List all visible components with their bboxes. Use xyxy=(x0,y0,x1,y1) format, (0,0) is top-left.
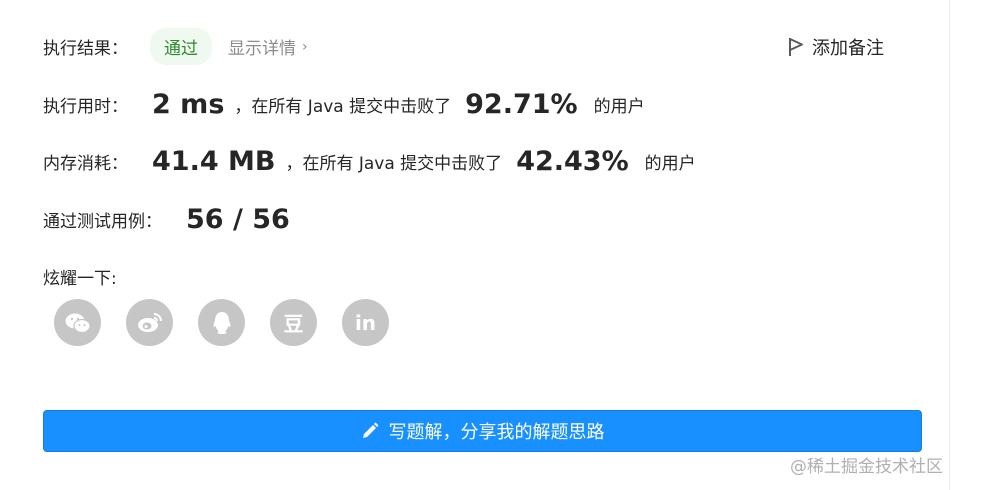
status-badge: 通过 xyxy=(150,28,212,65)
douban-icon[interactable]: 豆 xyxy=(270,299,317,346)
share-label: 炫耀一下: xyxy=(43,269,117,289)
share-row: 炫耀一下: xyxy=(43,264,117,289)
chevron-right-icon: › xyxy=(302,38,308,55)
watermark: @稀土掘金技术社区 xyxy=(790,457,943,477)
runtime-row: 执行用时： 2 ms ，在所有 Java 提交中击败了 92.71% 的用户 xyxy=(43,89,645,120)
flag-icon xyxy=(789,38,803,56)
runtime-middle-text: ，在所有 Java 提交中击败了 xyxy=(234,97,452,117)
runtime-value: 2 ms xyxy=(152,89,225,120)
add-note-label: 添加备注 xyxy=(812,38,884,59)
submission-result-card: 执行结果： 通过 显示详情 › 添加备注 执行用时： 2 ms ，在所有 Jav… xyxy=(0,0,950,490)
linkedin-icon[interactable]: in xyxy=(342,299,389,346)
result-row: 执行结果： 通过 显示详情 › xyxy=(43,28,308,65)
show-details-label: 显示详情 xyxy=(228,39,296,59)
result-label: 执行结果： xyxy=(43,39,128,59)
show-details-link[interactable]: 显示详情 › xyxy=(228,34,308,60)
runtime-suffix: 的用户 xyxy=(593,97,645,117)
wechat-icon[interactable] xyxy=(54,299,101,346)
testcases-row: 通过测试用例： 56 / 56 xyxy=(43,204,290,235)
testcases-value: 56 / 56 xyxy=(186,204,290,235)
memory-row: 内存消耗： 41.4 MB ，在所有 Java 提交中击败了 42.43% 的用… xyxy=(43,146,696,177)
runtime-percent: 92.71% xyxy=(465,89,578,120)
qq-icon[interactable] xyxy=(198,299,245,346)
memory-value: 41.4 MB xyxy=(152,146,276,177)
memory-label: 内存消耗： xyxy=(43,154,128,174)
memory-suffix: 的用户 xyxy=(644,154,696,174)
testcases-label: 通过测试用例： xyxy=(43,212,162,232)
memory-percent: 42.43% xyxy=(516,146,629,177)
pencil-icon xyxy=(362,422,378,438)
runtime-label: 执行用时： xyxy=(43,97,128,117)
memory-middle-text: ，在所有 Java 提交中击败了 xyxy=(285,154,503,174)
add-note-button[interactable]: 添加备注 xyxy=(788,34,884,60)
write-solution-button[interactable]: 写题解，分享我的解题思路 xyxy=(43,410,922,452)
weibo-icon[interactable] xyxy=(126,299,173,346)
write-solution-label: 写题解，分享我的解题思路 xyxy=(388,422,605,443)
share-icons: 豆 in xyxy=(54,299,414,346)
